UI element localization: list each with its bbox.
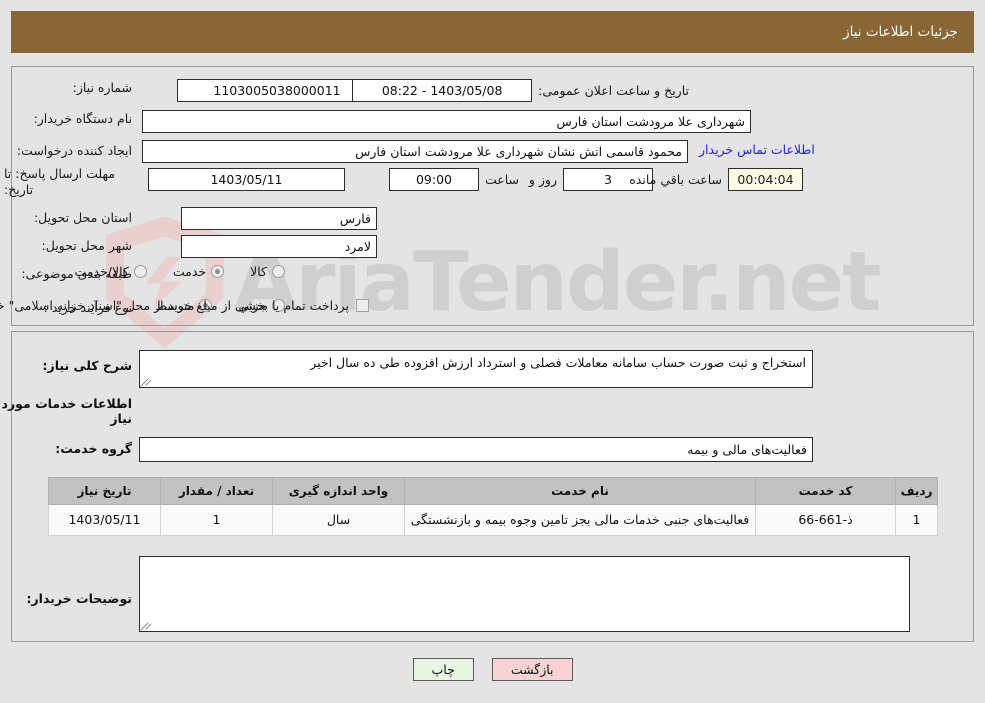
- days-label: روز و: [528, 172, 557, 187]
- buyer-contact-link[interactable]: اطلاعات تماس خریدار: [699, 142, 815, 157]
- category-radio-group: کالا خدمت کالا/خدمت: [74, 264, 285, 279]
- buyer-org-field-row: شهرداری علا مرودشت استان فارس: [142, 110, 751, 133]
- services-section-title: اطلاعات خدمات مورد نیاز: [1, 396, 132, 426]
- cell-service-name: فعالیت‌های جنبی خدمات مالی بجز تامین وجو…: [404, 503, 756, 537]
- cell-unit: سال: [272, 503, 405, 537]
- province-field-row: فارس: [181, 207, 377, 230]
- need-number-field[interactable]: 1103005038000011: [177, 79, 377, 102]
- deadline-time-row: ساعت 09:00: [388, 168, 525, 191]
- countdown-timer: 00:04:04: [728, 168, 803, 191]
- deadline-date-row: 1403/05/11: [148, 168, 345, 191]
- requester-label-row: ایجاد کننده درخواست:: [17, 143, 132, 159]
- page-root: AriaTender.net جزئیات اطلاعات نیاز شماره…: [0, 0, 985, 703]
- back-button[interactable]: بازگشت: [491, 658, 573, 681]
- cell-quantity: 1: [160, 503, 273, 537]
- requester-label: ایجاد کننده درخواست:: [16, 143, 132, 158]
- col-unit: واحد اندازه گیری: [272, 477, 405, 505]
- table-row[interactable]: 1 ذ-661-66 فعالیت‌های جنبی خدمات مالی بج…: [48, 503, 938, 537]
- page-title-text: جزئیات اطلاعات نیاز: [843, 24, 958, 40]
- category-option-kala-label: کالا: [250, 264, 267, 279]
- requester-field[interactable]: محمود قاسمی اتش نشان شهرداری علا مرودشت …: [142, 140, 688, 163]
- service-group-field[interactable]: فعالیت‌های مالی و بیمه: [139, 437, 813, 462]
- resize-grip-icon[interactable]: [142, 375, 154, 387]
- category-option-khedmat-label: خدمت: [172, 264, 207, 279]
- col-quantity: تعداد / مقدار: [160, 477, 273, 505]
- deadline-time-field[interactable]: 09:00: [388, 168, 479, 191]
- deadline-date-field[interactable]: 1403/05/11: [148, 168, 345, 191]
- page-title: جزئیات اطلاعات نیاز: [11, 11, 974, 53]
- category-radio-kala[interactable]: [272, 265, 285, 278]
- need-summary-textarea[interactable]: استخراج و ثبت صورت حساب سامانه معاملات ف…: [139, 350, 813, 388]
- category-option-khedmat[interactable]: خدمت: [172, 264, 225, 279]
- city-field-row: لامرد: [181, 235, 377, 258]
- city-label: شهر محل تحویل:: [41, 238, 132, 253]
- buyer-org-label: نام دستگاه خریدار:: [33, 111, 132, 126]
- button-bar: بازگشت چاپ: [0, 658, 985, 681]
- col-need-date: تاریخ نیاز: [48, 477, 161, 505]
- need-summary-label: شرح کلی نیاز:: [42, 358, 132, 373]
- announce-datetime-field[interactable]: 1403/05/08 - 08:22: [352, 79, 533, 102]
- treasury-note-row: پرداخت تمام یا بخشی از مبلغ خرید،از محل …: [0, 298, 369, 313]
- deadline-label-row: مهلت ارسال پاسخ: تا تاریخ:: [4, 166, 132, 198]
- need-number-label-row: شماره نیاز:: [73, 80, 132, 96]
- hour-label: ساعت: [484, 172, 519, 187]
- category-option-kala-khedmat-label: کالا/خدمت: [74, 264, 129, 279]
- buyer-org-label-row: نام دستگاه خریدار:: [34, 111, 132, 127]
- resize-grip-icon-comments[interactable]: [142, 619, 154, 631]
- category-option-kala[interactable]: کالا: [250, 264, 285, 279]
- services-table: ردیف کد خدمت نام خدمت واحد اندازه گیری ت…: [48, 477, 938, 537]
- buyer-comments-textarea[interactable]: [139, 556, 910, 632]
- countdown-row: 00:04:04 ساعت باقي مانده: [623, 168, 803, 191]
- announce-datetime-label: تاریخ و ساعت اعلان عمومی:: [538, 83, 689, 98]
- cell-row-no: 1: [895, 503, 938, 537]
- city-label-row: شهر محل تحویل:: [42, 238, 132, 254]
- buyer-org-field[interactable]: شهرداری علا مرودشت استان فارس: [142, 110, 751, 133]
- service-group-label: گروه خدمت:: [55, 441, 132, 456]
- need-summary-text: استخراج و ثبت صورت حساب سامانه معاملات ف…: [310, 355, 806, 370]
- need-info-panel: [11, 66, 974, 326]
- province-label-row: استان محل تحویل:: [34, 210, 132, 226]
- cell-service-code: ذ-661-66: [755, 503, 896, 537]
- print-button[interactable]: چاپ: [412, 658, 474, 681]
- col-service-name: نام خدمت: [404, 477, 756, 505]
- col-row-no: ردیف: [895, 477, 938, 505]
- category-radio-kala-khedmat[interactable]: [133, 265, 147, 278]
- countdown-label: ساعت باقي مانده: [629, 172, 722, 187]
- city-field[interactable]: لامرد: [181, 235, 377, 258]
- category-radio-khedmat[interactable]: [211, 265, 225, 278]
- buyer-contact-link-row: اطلاعات تماس خریدار: [699, 142, 815, 157]
- province-label: استان محل تحویل:: [33, 210, 132, 225]
- deadline-label: مهلت ارسال پاسخ: تا تاریخ:: [4, 166, 115, 197]
- announce-datetime-row: تاریخ و ساعت اعلان عمومی: 1403/05/08 - 0…: [352, 79, 695, 102]
- col-service-code: کد خدمت: [755, 477, 896, 505]
- treasury-note-text: پرداخت تمام یا بخشی از مبلغ خرید،از محل …: [0, 298, 349, 313]
- need-number-field-row: 1103005038000011: [177, 79, 377, 102]
- requester-field-row: محمود قاسمی اتش نشان شهرداری علا مرودشت …: [142, 140, 688, 163]
- need-number-label: شماره نیاز:: [72, 80, 132, 95]
- category-option-kala-khedmat[interactable]: کالا/خدمت: [74, 264, 147, 279]
- cell-need-date: 1403/05/11: [48, 503, 161, 537]
- buyer-comments-label: توضیحات خریدار:: [26, 591, 132, 606]
- province-field[interactable]: فارس: [181, 207, 377, 230]
- table-header-row: ردیف کد خدمت نام خدمت واحد اندازه گیری ت…: [48, 477, 938, 505]
- treasury-checkbox[interactable]: [356, 299, 369, 312]
